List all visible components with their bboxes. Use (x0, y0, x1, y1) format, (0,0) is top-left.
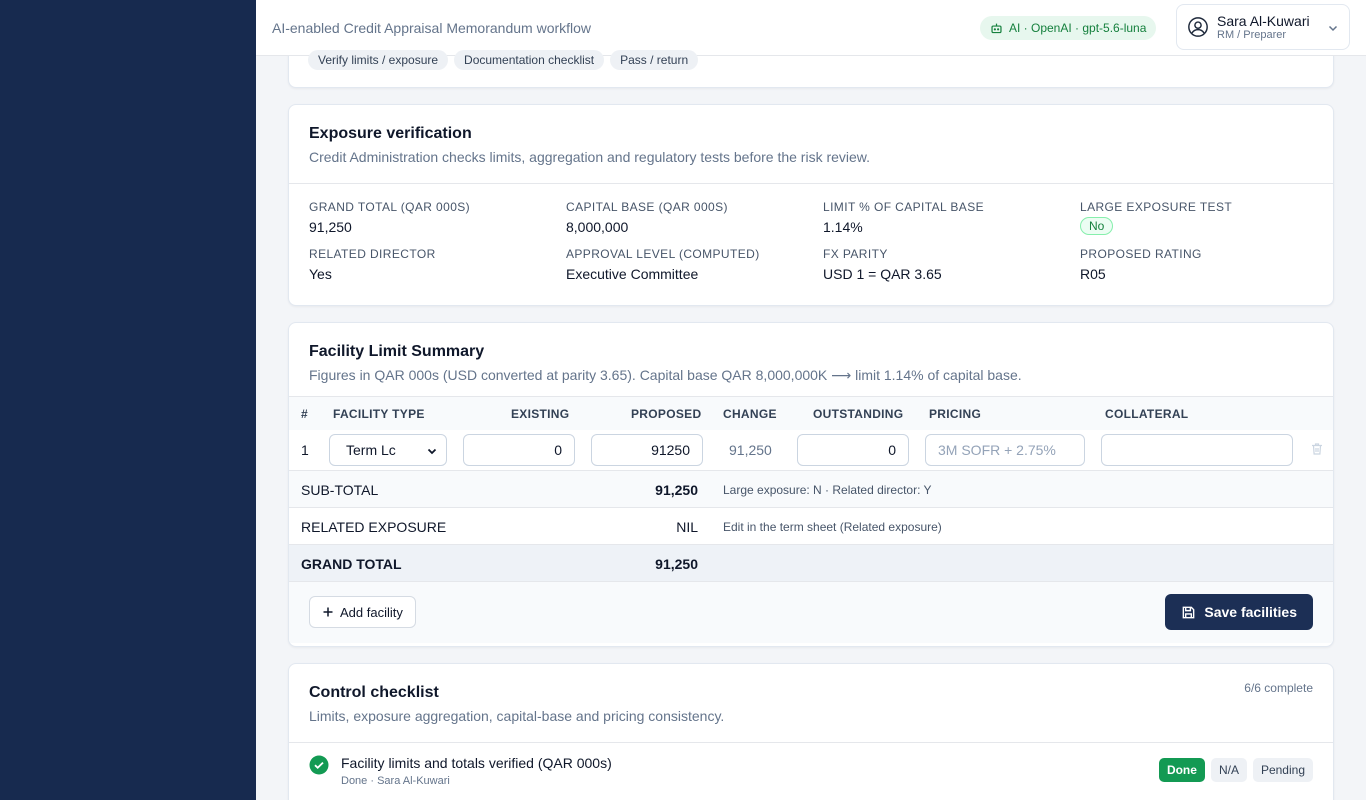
facility-type-select[interactable]: Term Lc (329, 434, 447, 466)
facility-title: Facility Limit Summary (309, 343, 485, 360)
change-value: 91,250 (729, 442, 772, 458)
column-header: Proposed (631, 407, 702, 421)
exposure-field-proposed-rating: Proposed rating R05 (1080, 247, 1310, 282)
plus-icon (323, 607, 333, 617)
checklist-item-title: Facility limits and totals verified (QAR… (341, 755, 612, 771)
user-avatar-icon (1188, 17, 1208, 37)
pricing-input[interactable]: 3M SOFR + 2.75% (925, 434, 1085, 466)
user-name: Sara Al-Kuwari (1217, 13, 1310, 29)
column-header: Existing (511, 407, 570, 421)
field-label: Grand total (QAR 000s) (309, 200, 471, 214)
chip-pass-return[interactable]: Pass / return (610, 50, 699, 70)
field-value: 1.14% (823, 219, 863, 235)
ai-model-pill: AI · OpenAI · gpt-5.6-luna (980, 16, 1157, 40)
related-exposure-label: RELATED EXPOSURE (301, 519, 447, 535)
checklist-item-meta: Done · Sara Al-Kuwari (341, 775, 450, 787)
save-icon (1183, 606, 1195, 618)
status-na-button[interactable]: N/A (1210, 758, 1247, 782)
header-subtitle: AI-enabled Credit Appraisal Memorandum w… (272, 20, 592, 36)
checklist-description: Limits, exposure aggregation, capital-ba… (309, 708, 725, 724)
exposure-title: Exposure verification (309, 125, 472, 142)
subtotal-label: SUB-TOTAL (301, 482, 379, 498)
facility-type-value: Term Lc (346, 442, 396, 458)
related-exposure-row: RELATED EXPOSURE NIL Edit in the term sh… (289, 507, 1333, 544)
subtotal-note: Large exposure: N · Related director: Y (723, 483, 932, 497)
exposure-field-capital-base: Capital base (QAR 000s) 8,000,000 (566, 200, 823, 235)
field-value: R05 (1080, 266, 1106, 282)
chevron-down-icon (427, 448, 437, 455)
field-value: Yes (309, 266, 332, 282)
field-label: Related director (309, 247, 436, 261)
save-facilities-label: Save facilities (1204, 604, 1297, 620)
field-value: 91,250 (309, 219, 352, 235)
exposure-description: Credit Administration checks limits, agg… (309, 149, 871, 165)
checklist-title: Control checklist (309, 684, 439, 701)
column-header: Collateral (1105, 407, 1189, 421)
status-done-button[interactable]: Done (1158, 758, 1205, 782)
row-number: 1 (301, 442, 309, 458)
checklist-status-toggle: Done N/A Pending (1158, 758, 1313, 782)
collateral-input[interactable] (1101, 434, 1293, 466)
existing-input[interactable]: 0 (463, 434, 575, 466)
exposure-field-approval-level: Approval level (computed) Executive Commi… (566, 247, 823, 282)
facility-limit-summary-card: Facility Limit Summary Figures in QAR 00… (288, 322, 1334, 647)
exposure-verification-card: Exposure verification Credit Administrat… (288, 104, 1334, 306)
checklist-item: Facility limits and totals verified (QAR… (289, 743, 1333, 800)
exposure-field-grand-total: Grand total (QAR 000s) 91,250 (309, 200, 566, 235)
field-label: Large exposure test (1080, 200, 1233, 214)
table-header-row: # Facility type Existing Proposed Change… (289, 396, 1333, 430)
proposed-input[interactable]: 91250 (591, 434, 703, 466)
field-label: Capital base (QAR 000s) (566, 200, 728, 214)
facility-description: Figures in QAR 000s (USD converted at pa… (309, 367, 1022, 383)
facility-footer: Add facility Save facilities (289, 581, 1333, 643)
column-header: Facility type (333, 407, 425, 421)
control-checklist-card: Control checklist Limits, exposure aggre… (288, 663, 1334, 800)
status-pending-button[interactable]: Pending (1252, 758, 1313, 782)
user-menu[interactable]: Sara Al-Kuwari RM / Preparer (1176, 4, 1350, 50)
related-exposure-value: NIL (676, 519, 698, 535)
grand-total-row: GRAND TOTAL 91,250 (289, 544, 1333, 581)
top-bar: AI-enabled Credit Appraisal Memorandum w… (256, 0, 1366, 56)
trash-icon[interactable] (1310, 442, 1324, 456)
exposure-field-fx-parity: FX parity USD 1 = QAR 3.65 (823, 247, 1080, 282)
subtotal-value: 91,250 (655, 482, 698, 498)
subtotal-row: SUB-TOTAL 91,250 Large exposure: N · Rel… (289, 470, 1333, 507)
add-facility-button[interactable]: Add facility (309, 596, 416, 628)
workflow-chips: Verify limits / exposure Documentation c… (308, 50, 699, 70)
outstanding-input[interactable]: 0 (797, 434, 909, 466)
related-exposure-note: Edit in the term sheet (Related exposure… (723, 520, 942, 534)
column-header: Change (723, 407, 777, 421)
grand-total-value: 91,250 (655, 556, 698, 572)
save-facilities-button[interactable]: Save facilities (1165, 594, 1313, 630)
ai-model-label: AI · OpenAI · gpt-5.6-luna (1009, 21, 1147, 35)
checklist-progress: 6/6 complete (1244, 681, 1313, 695)
main-content: AI-enabled Credit Appraisal Memorandum w… (256, 0, 1366, 800)
field-value: 8,000,000 (566, 219, 629, 235)
exposure-field-limit-pct: Limit % of capital base 1.14% (823, 200, 1080, 235)
column-header: Outstanding (813, 407, 904, 421)
field-label: FX parity (823, 247, 888, 261)
user-role: RM / Preparer (1217, 29, 1287, 41)
table-row: 1 Term Lc 0 91250 91,250 0 3M SOFR + 2.7… (289, 430, 1333, 470)
exposure-field-large-exposure: Large exposure test No (1080, 200, 1310, 235)
status-badge: No (1080, 217, 1114, 235)
chevron-down-icon (1328, 25, 1338, 32)
field-label: Approval level (computed) (566, 247, 760, 261)
check-circle-icon (309, 755, 329, 775)
column-header: Pricing (929, 407, 982, 421)
field-label: Proposed rating (1080, 247, 1202, 261)
field-value: Executive Committee (566, 266, 699, 282)
field-value: USD 1 = QAR 3.65 (823, 266, 942, 282)
grand-total-label: GRAND TOTAL (301, 556, 402, 572)
field-label: Limit % of capital base (823, 200, 985, 214)
chip-documentation-checklist[interactable]: Documentation checklist (454, 50, 605, 70)
sidebar (0, 0, 256, 800)
exposure-field-related-director: Related director Yes (309, 247, 566, 282)
chip-verify-limits[interactable]: Verify limits / exposure (308, 50, 449, 70)
facility-table: # Facility type Existing Proposed Change… (289, 396, 1333, 643)
column-header: # (301, 407, 308, 421)
add-facility-label: Add facility (340, 604, 403, 620)
robot-icon (991, 23, 1002, 33)
